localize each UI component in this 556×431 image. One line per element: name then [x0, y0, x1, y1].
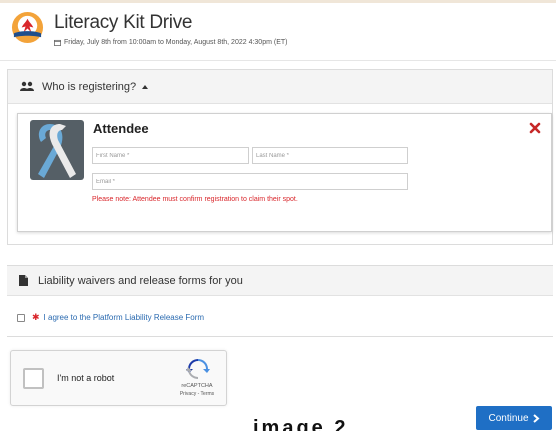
agree-release-link[interactable]: I agree to the Platform Liability Releas…	[44, 313, 205, 322]
agree-row: ✱ I agree to the Platform Liability Rele…	[17, 312, 204, 323]
continue-label: Continue	[488, 412, 529, 424]
header-divider	[0, 60, 556, 61]
recaptcha-brand: reCAPTCHA	[181, 383, 213, 389]
image-caption: image 2	[253, 417, 349, 431]
recaptcha-label: I'm not a robot	[57, 373, 115, 383]
continue-button[interactable]: Continue	[476, 406, 552, 430]
recaptcha-logo-icon	[186, 359, 210, 379]
agree-checkbox[interactable]	[17, 313, 25, 322]
waivers-panel-header: Liability waivers and release forms for …	[7, 266, 553, 296]
event-title: Literacy Kit Drive	[54, 12, 193, 33]
waivers-section-title: Liability waivers and release forms for …	[38, 274, 243, 287]
email-input[interactable]	[92, 173, 408, 190]
users-icon	[20, 81, 34, 91]
required-star-icon: ✱	[32, 312, 40, 322]
caret-up-icon[interactable]	[142, 84, 149, 89]
waivers-panel: Liability waivers and release forms for …	[7, 265, 553, 337]
first-name-input[interactable]	[92, 147, 249, 164]
event-date: Friday, July 8th from 10:00am to Monday,…	[54, 39, 287, 46]
registration-panel-header[interactable]: Who is registering?	[8, 70, 552, 104]
calendar-icon	[54, 39, 61, 46]
attendee-card: Attendee Please note: Attendee must conf…	[17, 113, 552, 232]
recaptcha-checkbox[interactable]	[23, 368, 44, 389]
top-accent-bar	[0, 0, 556, 3]
registration-section-title: Who is registering?	[42, 80, 137, 93]
document-icon	[19, 275, 28, 286]
recaptcha-terms-link[interactable]: Privacy - Terms	[177, 391, 217, 397]
chevron-right-icon	[532, 413, 540, 423]
attendee-heading: Attendee	[93, 121, 149, 136]
event-date-text: Friday, July 8th from 10:00am to Monday,…	[64, 39, 288, 46]
recaptcha-widget: I'm not a robot reCAPTCHA Privacy - Term…	[10, 350, 227, 406]
remove-attendee-icon[interactable]	[529, 122, 541, 134]
event-logo-icon	[11, 11, 44, 44]
awareness-ribbon-icon	[30, 120, 84, 180]
confirmation-note: Please note: Attendee must confirm regis…	[92, 196, 298, 203]
last-name-input[interactable]	[252, 147, 408, 164]
